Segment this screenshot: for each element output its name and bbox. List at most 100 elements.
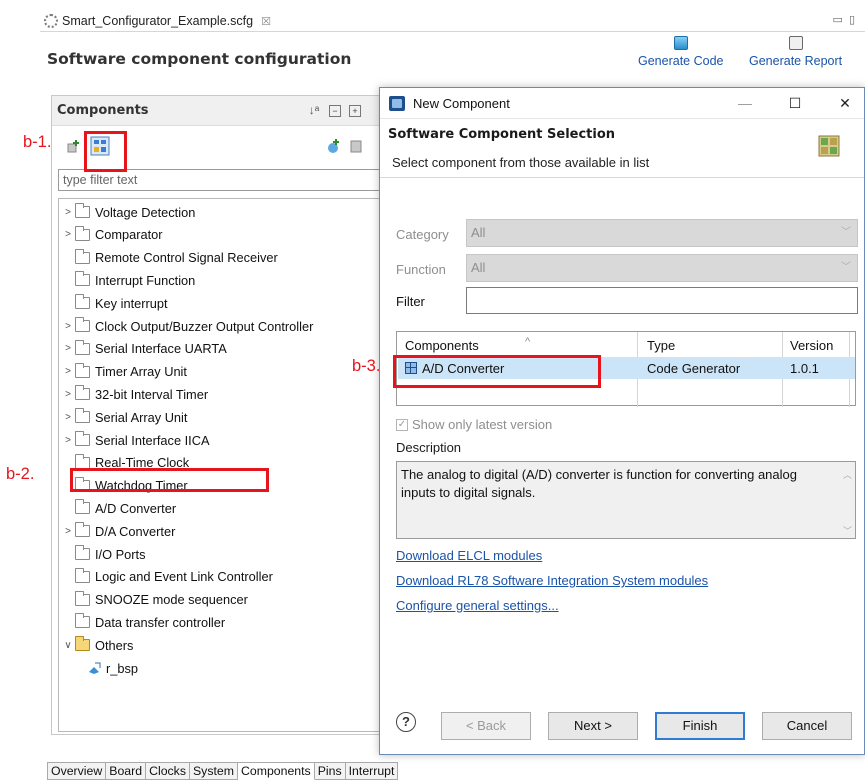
sort-alpha-icon[interactable]: ↓ᵃ bbox=[308, 104, 320, 117]
folder-icon bbox=[75, 225, 90, 241]
components-panel: Components ↓ᵃ − + type filter text > Volt… bbox=[51, 95, 382, 735]
help-icon[interactable]: ? bbox=[396, 712, 416, 732]
annotation-box-b1 bbox=[84, 131, 127, 172]
tab-clocks[interactable]: Clocks bbox=[146, 762, 190, 780]
remove-icon[interactable] bbox=[348, 138, 364, 154]
function-label: Function bbox=[396, 262, 446, 277]
show-latest-label: Show only latest version bbox=[412, 417, 553, 432]
next-button[interactable]: Next > bbox=[548, 712, 638, 740]
tree-item[interactable]: ∨ Others bbox=[61, 635, 133, 655]
tree-item-label: 32-bit Interval Timer bbox=[95, 386, 209, 402]
tab-overview[interactable]: Overview bbox=[47, 762, 107, 780]
editor-header: Software component configuration Generat… bbox=[40, 32, 865, 84]
description-text: The analog to digital (A/D) converter is… bbox=[401, 467, 797, 500]
tab-board[interactable]: Board bbox=[106, 762, 147, 780]
tree-item[interactable]: > Serial Interface UARTA bbox=[61, 339, 227, 359]
chevron-right-icon[interactable]: > bbox=[61, 343, 75, 354]
minimize-maximize-icons[interactable]: ▭▯ bbox=[833, 13, 861, 26]
row-component-version: 1.0.1 bbox=[790, 361, 819, 376]
tree-item[interactable]: Data transfer controller bbox=[61, 612, 225, 632]
tab-interrupt[interactable]: Interrupt bbox=[345, 762, 399, 780]
tree-item-label: I/O Ports bbox=[95, 546, 146, 562]
close-icon[interactable]: ✕ bbox=[835, 93, 855, 113]
checkbox-check-icon: ✓ bbox=[396, 418, 408, 431]
configuration-tabs: Overview Board Clocks System Components Pins I… bbox=[47, 762, 399, 780]
component-filter-input[interactable]: type filter text bbox=[58, 169, 382, 191]
generate-code-button[interactable]: Generate Code bbox=[638, 36, 723, 68]
folder-icon bbox=[75, 613, 90, 629]
tree-item[interactable]: > Serial Interface IICA bbox=[61, 430, 210, 450]
maximize-icon[interactable]: ☐ bbox=[785, 93, 805, 113]
download-elcl-link[interactable]: Download ELCL modules bbox=[396, 548, 542, 563]
folder-icon bbox=[75, 545, 90, 560]
tree-item[interactable]: >32-bit Interval Timer bbox=[61, 384, 208, 404]
minimize-icon[interactable]: — bbox=[735, 93, 755, 113]
tree-item[interactable]: > D/A Converter bbox=[61, 521, 175, 541]
folder-icon bbox=[75, 317, 90, 332]
back-button[interactable]: < Back bbox=[441, 712, 531, 740]
tree-item-label: Interrupt Function bbox=[95, 272, 196, 288]
chevron-right-icon[interactable]: > bbox=[61, 526, 75, 537]
folder-icon bbox=[75, 385, 90, 401]
folder-icon bbox=[75, 567, 90, 583]
add-component-icon[interactable] bbox=[66, 138, 82, 154]
chevron-right-icon[interactable]: > bbox=[61, 389, 75, 400]
tree-item-label: r_bsp bbox=[106, 660, 139, 676]
tree-item[interactable]: SNOOZE mode sequencer bbox=[61, 590, 248, 610]
finish-button[interactable]: Finish bbox=[655, 712, 745, 740]
folder-icon bbox=[75, 203, 90, 218]
tree-item[interactable]: Interrupt Function bbox=[61, 270, 195, 290]
component-filter-field[interactable] bbox=[466, 287, 858, 314]
download-rl78-sis-link[interactable]: Download RL78 Software Integration Syste… bbox=[396, 573, 708, 588]
tab-system[interactable]: System bbox=[189, 762, 238, 780]
tree-item[interactable]: Remote Control Signal Receiver bbox=[61, 248, 278, 268]
tree-item-label: SNOOZE mode sequencer bbox=[95, 592, 248, 608]
tree-item[interactable]: Logic and Event Link Controller bbox=[61, 567, 273, 587]
tree-item-label: Remote Control Signal Receiver bbox=[95, 250, 278, 266]
tree-item[interactable]: > Serial Array Unit bbox=[61, 407, 187, 427]
editor-tab-bar: Smart_Configurator_Example.scfg ☒ ▭▯ bbox=[40, 8, 865, 32]
column-header-components[interactable]: Components ^ bbox=[405, 336, 530, 353]
tree-item[interactable]: Key interrupt bbox=[61, 293, 168, 313]
component-tree: > Voltage Detection > Comparator Remote Cont… bbox=[58, 198, 382, 732]
collapse-all-icon[interactable]: − bbox=[329, 105, 341, 117]
chevron-right-icon[interactable]: > bbox=[61, 435, 75, 446]
tree-item[interactable]: > Comparator bbox=[61, 225, 163, 245]
tree-item[interactable]: > Clock Output/Buzzer Output Controller bbox=[61, 316, 313, 336]
tree-item-label: Logic and Event Link Controller bbox=[95, 569, 273, 585]
editor-tab[interactable]: Smart_Configurator_Example.scfg ☒ bbox=[44, 11, 271, 31]
folder-icon bbox=[75, 431, 90, 446]
description-scrollbar[interactable]: ︿ ﹀ bbox=[839, 462, 855, 538]
configure-settings-link[interactable]: Configure general settings... bbox=[396, 598, 559, 613]
close-tab-icon[interactable]: ☒ bbox=[261, 15, 271, 28]
column-header-type[interactable]: Type bbox=[647, 338, 675, 353]
tree-item[interactable]: > Timer Array Unit bbox=[61, 362, 187, 382]
column-header-version[interactable]: Version bbox=[790, 338, 833, 353]
chevron-down-icon: ﹀ bbox=[841, 227, 851, 238]
chevron-right-icon[interactable]: > bbox=[61, 229, 75, 240]
add-icon[interactable] bbox=[325, 138, 341, 154]
dialog-title: New Component bbox=[413, 96, 510, 111]
tree-item[interactable]: I/O Ports bbox=[61, 544, 146, 564]
tree-item[interactable]: > Voltage Detection bbox=[61, 202, 195, 222]
generate-code-label: Generate Code bbox=[638, 54, 724, 68]
chevron-down-icon[interactable]: ∨ bbox=[61, 640, 75, 651]
tree-item-label: Serial Interface IICA bbox=[95, 432, 210, 448]
chevron-right-icon[interactable]: > bbox=[61, 366, 75, 377]
tree-item-label: Voltage Detection bbox=[95, 204, 196, 220]
annotation-box-b3 bbox=[393, 355, 601, 388]
annotation-box-b2 bbox=[70, 468, 269, 492]
chevron-right-icon[interactable]: > bbox=[61, 207, 75, 218]
generate-report-button[interactable]: Generate Report bbox=[749, 36, 842, 68]
config-file-icon bbox=[44, 14, 58, 28]
tab-pins[interactable]: Pins bbox=[314, 762, 346, 780]
expand-all-icon[interactable]: + bbox=[349, 105, 361, 117]
cancel-button[interactable]: Cancel bbox=[762, 712, 852, 740]
chevron-right-icon[interactable]: > bbox=[61, 321, 75, 332]
annotation-label-b1: b-1. bbox=[23, 133, 52, 151]
tree-item[interactable]: A/D Converter bbox=[61, 498, 379, 519]
chevron-right-icon[interactable]: > bbox=[61, 412, 75, 423]
tree-child-item[interactable]: r_bsp bbox=[87, 658, 138, 678]
tab-components[interactable]: Components bbox=[237, 762, 315, 780]
dialog-banner: Software Component Selection Select comp… bbox=[380, 119, 864, 178]
